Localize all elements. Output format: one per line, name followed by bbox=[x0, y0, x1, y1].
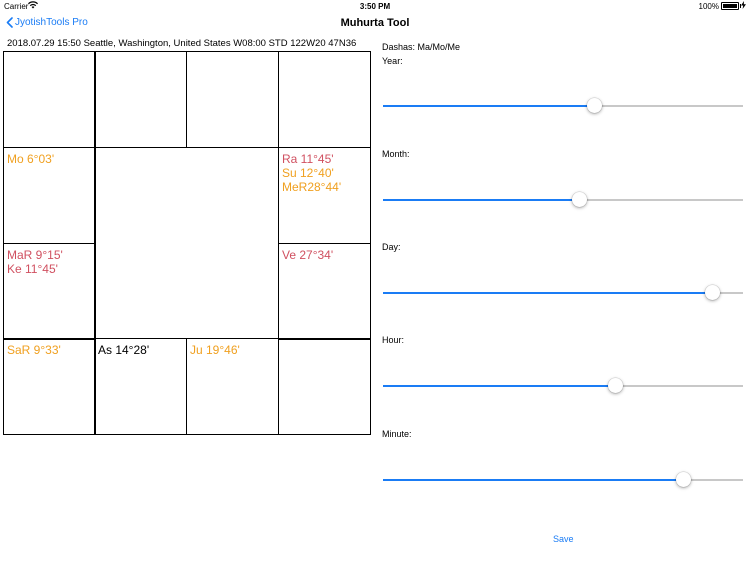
house-cell: Mo 6°03' bbox=[3, 147, 96, 244]
battery-icon bbox=[721, 2, 741, 10]
planet-venus: Ve 27°34' bbox=[282, 248, 334, 262]
month-label: Month: bbox=[382, 149, 410, 159]
slider-thumb[interactable] bbox=[704, 285, 720, 300]
planet-sun: Su 12°40' bbox=[282, 166, 334, 180]
slider-thumb[interactable] bbox=[676, 472, 692, 487]
slider-thumb[interactable] bbox=[586, 98, 602, 113]
dashas-label: Dashas: Ma/Mo/Me bbox=[382, 42, 461, 52]
page-title: Muhurta Tool bbox=[340, 17, 410, 29]
minute-label: Minute: bbox=[382, 429, 412, 439]
clock-label: 3:50 PM bbox=[359, 2, 391, 11]
hour-label: Hour: bbox=[382, 335, 405, 345]
house-cell bbox=[94, 51, 187, 148]
slider-thumb[interactable] bbox=[571, 192, 587, 207]
house-cell: Ra 11°45' Su 12°40' MeR28°44' bbox=[278, 147, 371, 244]
planet-ketu: Ke 11°45' bbox=[7, 262, 58, 276]
chart-info-line: 2018.07.29 15:50 Seattle, Washington, Un… bbox=[7, 38, 357, 49]
year-slider[interactable] bbox=[383, 98, 743, 114]
status-bar: Carrier 3:50 PM 100% bbox=[0, 0, 750, 12]
planet-saturn: SaR 9°33' bbox=[7, 343, 61, 357]
house-cell: Ve 27°34' bbox=[278, 243, 371, 340]
battery-indicator: 100% bbox=[699, 1, 746, 11]
save-button[interactable]: Save bbox=[553, 534, 574, 544]
slider-thumb[interactable] bbox=[607, 378, 623, 393]
navigation-bar: JyotishTools Pro Muhurta Tool bbox=[0, 12, 750, 34]
house-cell: MaR 9°15' Ke 11°45' bbox=[3, 243, 96, 340]
house-cell bbox=[278, 338, 371, 435]
planet-mars: MaR 9°15' bbox=[7, 248, 63, 262]
chart-center bbox=[94, 147, 279, 339]
day-slider[interactable] bbox=[383, 285, 743, 301]
south-indian-chart: Mo 6°03' Ra 11°45' Su 12°40' MeR28°44' M… bbox=[3, 51, 371, 435]
house-cell bbox=[3, 51, 96, 148]
planet-moon: Mo 6°03' bbox=[7, 152, 55, 166]
ascendant: As 14°28' bbox=[98, 343, 150, 357]
planet-rahu: Ra 11°45' bbox=[282, 152, 334, 166]
house-cell: Ju 19°46' bbox=[186, 338, 279, 435]
hour-slider[interactable] bbox=[383, 378, 743, 394]
house-cell bbox=[278, 51, 371, 148]
day-label: Day: bbox=[382, 242, 401, 252]
house-cell: As 14°28' bbox=[94, 338, 187, 435]
planet-mercury: MeR28°44' bbox=[282, 180, 342, 194]
month-slider[interactable] bbox=[383, 192, 743, 208]
planet-jupiter: Ju 19°46' bbox=[190, 343, 240, 357]
year-label: Year: bbox=[382, 56, 403, 66]
minute-slider[interactable] bbox=[383, 472, 743, 488]
house-cell bbox=[186, 51, 279, 148]
house-cell: SaR 9°33' bbox=[3, 338, 96, 435]
charging-icon bbox=[741, 1, 746, 11]
battery-percent: 100% bbox=[698, 1, 719, 11]
